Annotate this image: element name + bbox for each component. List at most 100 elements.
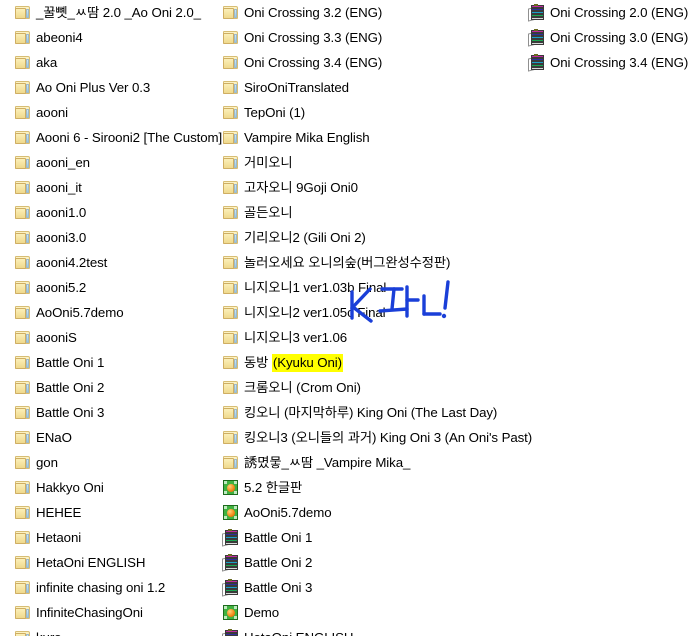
list-item[interactable]: 고자오니 9Goji Oni0 [215, 175, 510, 200]
list-item[interactable]: HetaOni ENGLISH [0, 550, 215, 575]
list-item[interactable]: Oni Crossing 3.4 (ENG) [510, 50, 699, 75]
list-item[interactable]: 킹오니3 (오니들의 과거) King Oni 3 (An Oni's Past… [215, 425, 532, 450]
list-item[interactable]: Demo [215, 600, 510, 625]
list-item[interactable]: 크롬오니 (Crom Oni) [215, 375, 510, 400]
list-item-label: 誘몄뭏_ㅆ땀 _Vampire Mika_ [244, 455, 411, 470]
folder-icon [222, 279, 239, 296]
list-item-label: Battle Oni 3 [36, 405, 105, 420]
list-item[interactable]: SiroOniTranslated [215, 75, 510, 100]
list-item[interactable]: 동방 (Kyuku Oni) [215, 350, 510, 375]
folder-icon [14, 29, 31, 46]
list-item-label: 니지오니1 ver1.03b Final [244, 280, 387, 295]
game-icon [222, 479, 239, 496]
list-item[interactable]: 誘몄뭏_ㅆ땀 _Vampire Mika_ [215, 450, 510, 475]
list-item[interactable]: gon [0, 450, 215, 475]
list-item-label: AoOni5.7demo [244, 505, 332, 520]
list-item-label: Battle Oni 2 [244, 555, 313, 570]
folder-icon [14, 629, 31, 636]
list-item[interactable]: 놀러오세요 오니의숲(버그완성수정판) [215, 250, 510, 275]
list-item-label: Demo [244, 605, 280, 620]
list-item[interactable]: ENaO [0, 425, 215, 450]
list-item[interactable]: aooniS [0, 325, 215, 350]
list-item[interactable]: AoOni5.7demo [215, 500, 510, 525]
folder-icon [14, 579, 31, 596]
folder-icon [222, 129, 239, 146]
folder-icon [14, 179, 31, 196]
list-item[interactable]: aka [0, 50, 215, 75]
list-item[interactable]: InfiniteChasingOni [0, 600, 215, 625]
file-explorer-list-view: _꿀뼷_ㅆ땀 2.0 _Ao Oni 2.0_ abeoni4 aka Ao Oni … [0, 0, 699, 636]
list-item[interactable]: TepOni (1) [215, 100, 510, 125]
list-item-label: HEHEE [36, 505, 82, 520]
list-item[interactable]: aooni1.0 [0, 200, 215, 225]
file-list-column-1: _꿀뼷_ㅆ땀 2.0 _Ao Oni 2.0_ abeoni4 aka Ao Oni … [0, 0, 222, 636]
folder-icon [222, 104, 239, 121]
folder-icon [14, 304, 31, 321]
list-item[interactable]: Battle Oni 1 [0, 350, 215, 375]
folder-icon [14, 279, 31, 296]
folder-icon [14, 529, 31, 546]
list-item-label: ENaO [36, 430, 72, 445]
folder-icon [14, 454, 31, 471]
list-item[interactable]: 골든오니 [215, 200, 510, 225]
list-item[interactable]: 5.2 한글판 [215, 475, 510, 500]
list-item[interactable]: Battle Oni 3 [0, 400, 215, 425]
list-item[interactable]: Oni Crossing 3.2 (ENG) [215, 0, 510, 25]
list-item[interactable]: Battle Oni 3 [215, 575, 510, 600]
list-item[interactable]: Vampire Mika English [215, 125, 510, 150]
list-item[interactable]: Oni Crossing 3.3 (ENG) [215, 25, 510, 50]
folder-icon [14, 554, 31, 571]
folder-icon [14, 204, 31, 221]
list-item[interactable]: 기리오니2 (Gili Oni 2) [215, 225, 510, 250]
folder-icon [14, 329, 31, 346]
folder-icon [14, 354, 31, 371]
list-item[interactable]: Oni Crossing 3.0 (ENG) [510, 25, 699, 50]
list-item[interactable]: Oni Crossing 3.4 (ENG) [215, 50, 510, 75]
list-item[interactable]: aooni [0, 100, 215, 125]
list-item-label: aooni_it [36, 180, 82, 195]
list-item[interactable]: aooni4.2test [0, 250, 215, 275]
list-item[interactable]: 킹오니 (마지막하루) King Oni (The Last Day) [215, 400, 510, 425]
folder-icon [222, 29, 239, 46]
list-item[interactable]: HEHEE [0, 500, 215, 525]
list-item[interactable]: 니지오니1 ver1.03b Final [215, 275, 510, 300]
list-item[interactable]: AoOni5.7demo [0, 300, 215, 325]
list-item[interactable]: _꿀뼷_ㅆ땀 2.0 _Ao Oni 2.0_ [0, 0, 215, 25]
list-item[interactable]: aooni_en [0, 150, 215, 175]
list-item-label: _꿀뼷_ㅆ땀 2.0 _Ao Oni 2.0_ [36, 5, 201, 20]
list-item-label: Battle Oni 1 [244, 530, 313, 545]
folder-icon [14, 604, 31, 621]
list-item[interactable]: Hetaoni [0, 525, 215, 550]
list-item[interactable]: aooni_it [0, 175, 215, 200]
list-item[interactable]: kuro [0, 625, 215, 636]
list-item[interactable]: Battle Oni 2 [0, 375, 215, 400]
folder-icon [14, 4, 31, 21]
list-item-label: Aooni 6 - Sirooni2 [The Custom] [36, 130, 223, 145]
list-item[interactable]: aooni3.0 [0, 225, 215, 250]
list-item[interactable]: aooni5.2 [0, 275, 215, 300]
folder-icon [222, 204, 239, 221]
list-item-label: 크롬오니 (Crom Oni) [244, 380, 361, 395]
list-item[interactable]: Oni Crossing 2.0 (ENG) [510, 0, 699, 25]
archive-icon [222, 529, 239, 547]
folder-icon [222, 329, 239, 346]
list-item[interactable]: 거미오니 [215, 150, 510, 175]
list-item[interactable]: Hakkyo Oni [0, 475, 215, 500]
list-item[interactable]: abeoni4 [0, 25, 215, 50]
list-item[interactable]: HetaOni ENGLISH [215, 625, 510, 636]
folder-icon [222, 54, 239, 71]
list-item-label: Battle Oni 2 [36, 380, 105, 395]
folder-icon [222, 154, 239, 171]
list-item[interactable]: 니지오니3 ver1.06 [215, 325, 510, 350]
folder-icon [222, 379, 239, 396]
folder-icon [222, 304, 239, 321]
list-item[interactable]: Ao Oni Plus Ver 0.3 [0, 75, 215, 100]
folder-icon [14, 254, 31, 271]
list-item[interactable]: Aooni 6 - Sirooni2 [The Custom] [0, 125, 222, 150]
folder-icon [14, 154, 31, 171]
folder-icon [222, 254, 239, 271]
list-item[interactable]: Battle Oni 2 [215, 550, 510, 575]
list-item[interactable]: 니지오니2 ver1.05c Final [215, 300, 510, 325]
list-item[interactable]: Battle Oni 1 [215, 525, 510, 550]
list-item[interactable]: infinite chasing oni 1.2 [0, 575, 215, 600]
